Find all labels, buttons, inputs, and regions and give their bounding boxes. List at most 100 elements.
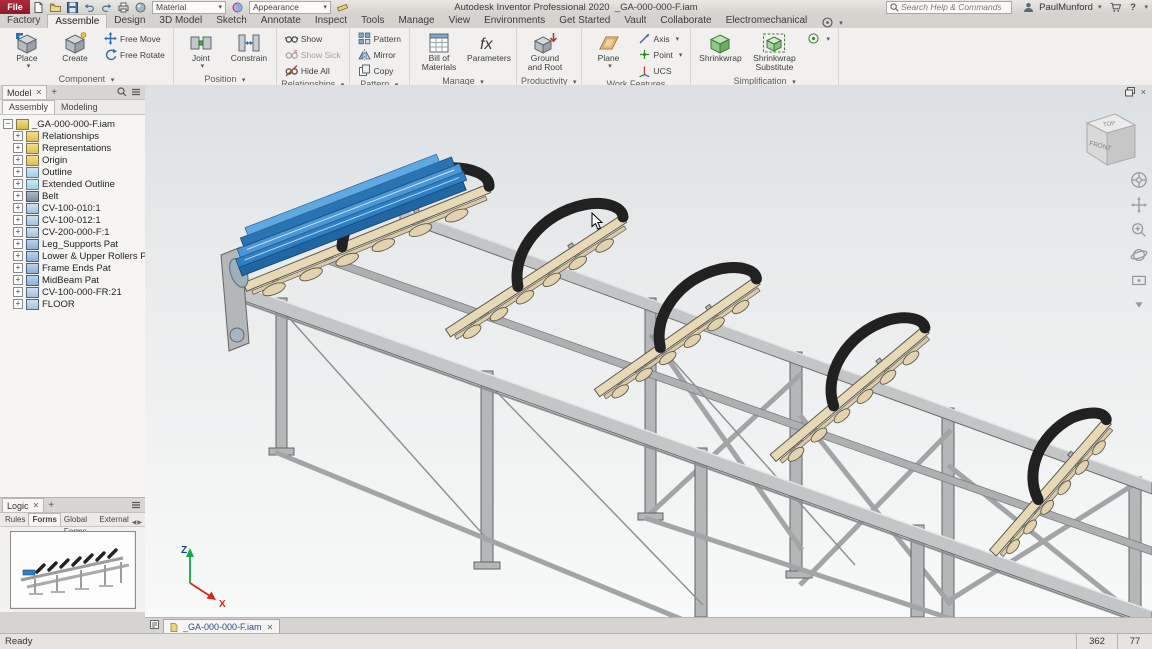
subtab-modeling[interactable]: Modeling: [55, 101, 104, 114]
tree-row[interactable]: + Belt: [0, 190, 145, 202]
save-icon[interactable]: [66, 1, 79, 13]
free-move-button[interactable]: Free Move: [100, 31, 169, 46]
tree-row[interactable]: + Representations: [0, 142, 145, 154]
place-button[interactable]: Place ▾: [4, 30, 50, 73]
tab-collaborate[interactable]: Collaborate: [653, 14, 718, 28]
tab-sketch[interactable]: Sketch: [209, 14, 254, 28]
close-icon[interactable]: ✕: [267, 623, 274, 632]
shrinkwrap-button[interactable]: Shrinkwrap: [695, 30, 745, 65]
constrain-button[interactable]: Constrain: [226, 30, 272, 65]
menu-icon[interactable]: [131, 500, 141, 510]
material-combo[interactable]: Material ▾: [152, 0, 226, 14]
tab-design[interactable]: Design: [107, 14, 152, 28]
ribbon-display-icon[interactable]: [822, 17, 833, 28]
user-name[interactable]: PaulMunford: [1039, 2, 1093, 13]
add-pane-button[interactable]: +: [51, 87, 57, 98]
subtab-scroll-arrows[interactable]: ◀▶: [132, 519, 145, 526]
point-button[interactable]: Point ▾: [634, 47, 687, 62]
tree-row[interactable]: + MidBeam Pat: [0, 274, 145, 286]
tab-tools[interactable]: Tools: [354, 14, 391, 28]
tab-factory[interactable]: Factory: [0, 14, 47, 28]
search-icon[interactable]: [117, 87, 127, 97]
tab-electromechanical[interactable]: Electromechanical: [719, 14, 815, 28]
tab-3d-model[interactable]: 3D Model: [152, 14, 209, 28]
window-restore-icon[interactable]: [1124, 87, 1135, 97]
menu-icon[interactable]: [131, 87, 141, 97]
measure-icon[interactable]: [336, 1, 349, 13]
subtab-assembly[interactable]: Assembly: [2, 100, 56, 114]
tree-row-root[interactable]: − _GA-000-000-F.iam: [0, 118, 145, 130]
add-pane-button[interactable]: +: [48, 500, 54, 511]
form-thumbnail[interactable]: [9, 531, 136, 609]
document-list-icon[interactable]: [150, 620, 159, 632]
copy-button[interactable]: Copy: [354, 63, 405, 78]
ground-and-root-button[interactable]: Ground and Root: [521, 30, 569, 75]
tree-row[interactable]: + CV-100-012:1: [0, 214, 145, 226]
appearance-combo[interactable]: Appearance ▾: [249, 0, 331, 14]
tree-row[interactable]: + Origin: [0, 154, 145, 166]
free-rotate-button[interactable]: Free Rotate: [100, 47, 169, 62]
tab-get-started[interactable]: Get Started: [552, 14, 617, 28]
search-box[interactable]: [886, 0, 1013, 14]
tab-manage[interactable]: Manage: [391, 14, 441, 28]
tree-row[interactable]: + CV-100-000-FR:21: [0, 286, 145, 298]
tab-view[interactable]: View: [442, 14, 478, 28]
show-sick-button[interactable]: Show Sick: [281, 47, 345, 62]
3d-viewport-model[interactable]: [145, 85, 1152, 617]
shrinkwrap-substitute-button[interactable]: Shrinkwrap Substitute: [747, 30, 801, 75]
tab-vault[interactable]: Vault: [617, 14, 653, 28]
close-icon[interactable]: ✕: [33, 501, 40, 510]
caret-down-icon[interactable]: ▾: [839, 19, 843, 27]
search-input[interactable]: [899, 1, 1004, 13]
document-tab[interactable]: _GA-000-000-F.iam ✕: [163, 619, 281, 634]
print-icon[interactable]: [117, 1, 130, 13]
help-icon[interactable]: ?: [1126, 1, 1139, 13]
tab-assemble[interactable]: Assemble: [47, 14, 108, 28]
logic-pane-tab[interactable]: Logic ✕: [2, 498, 45, 512]
undo-icon[interactable]: [83, 1, 96, 13]
window-close-icon[interactable]: ×: [1141, 87, 1146, 97]
joint-button[interactable]: Joint ▾: [178, 30, 224, 73]
full-navigation-wheel-icon[interactable]: [1130, 171, 1148, 189]
zoom-icon[interactable]: [1130, 221, 1148, 239]
file-menu-button[interactable]: File: [0, 0, 30, 14]
model-pane-tab[interactable]: Model ✕: [2, 85, 48, 99]
tree-row[interactable]: + Leg_Supports Pat: [0, 238, 145, 250]
tab-inspect[interactable]: Inspect: [308, 14, 354, 28]
plane-button[interactable]: Plane ▾: [586, 30, 632, 73]
tree-row[interactable]: + CV-200-000-F:1: [0, 226, 145, 238]
ucs-button[interactable]: UCS: [634, 63, 687, 78]
hide-all-button[interactable]: Hide All: [281, 63, 345, 78]
pan-icon[interactable]: [1130, 196, 1148, 214]
orbit-icon[interactable]: [1130, 246, 1148, 264]
redo-icon[interactable]: [100, 1, 113, 13]
tab-environments[interactable]: Environments: [477, 14, 552, 28]
tree-row[interactable]: + FLOOR: [0, 298, 145, 310]
subtab-global-forms[interactable]: Global Forms: [61, 514, 97, 536]
parameters-button[interactable]: fx Parameters: [466, 30, 512, 65]
tree-row[interactable]: + Frame Ends Pat: [0, 262, 145, 274]
show-button[interactable]: Show: [281, 31, 345, 46]
pattern-button[interactable]: Pattern: [354, 31, 405, 46]
tree-row[interactable]: + Relationships: [0, 130, 145, 142]
navbar-more-icon[interactable]: [1130, 296, 1148, 314]
subtab-rules[interactable]: Rules: [2, 514, 28, 526]
subtab-forms[interactable]: Forms: [28, 513, 61, 526]
tree-row[interactable]: + CV-100-010:1: [0, 202, 145, 214]
look-at-icon[interactable]: [1130, 271, 1148, 289]
app-store-cart-icon[interactable]: [1109, 1, 1122, 13]
tree-row[interactable]: + Extended Outline: [0, 178, 145, 190]
define-envelopes-button[interactable]: ▾: [803, 31, 834, 46]
axis-button[interactable]: Axis ▾: [634, 31, 687, 46]
tree-row[interactable]: + Lower & Upper Rollers Pat: [0, 250, 145, 262]
bill-of-materials-button[interactable]: Bill of Materials: [414, 30, 464, 75]
mirror-button[interactable]: Mirror: [354, 47, 405, 62]
tab-annotate[interactable]: Annotate: [254, 14, 308, 28]
tree-row[interactable]: + Outline: [0, 166, 145, 178]
create-button[interactable]: Create: [52, 30, 98, 65]
new-document-icon[interactable]: [32, 1, 45, 13]
open-icon[interactable]: [49, 1, 62, 13]
close-icon[interactable]: ✕: [36, 88, 43, 97]
graphics-window[interactable]: Z X TOP FRONT ×: [145, 85, 1152, 617]
subtab-external[interactable]: External: [96, 514, 131, 526]
